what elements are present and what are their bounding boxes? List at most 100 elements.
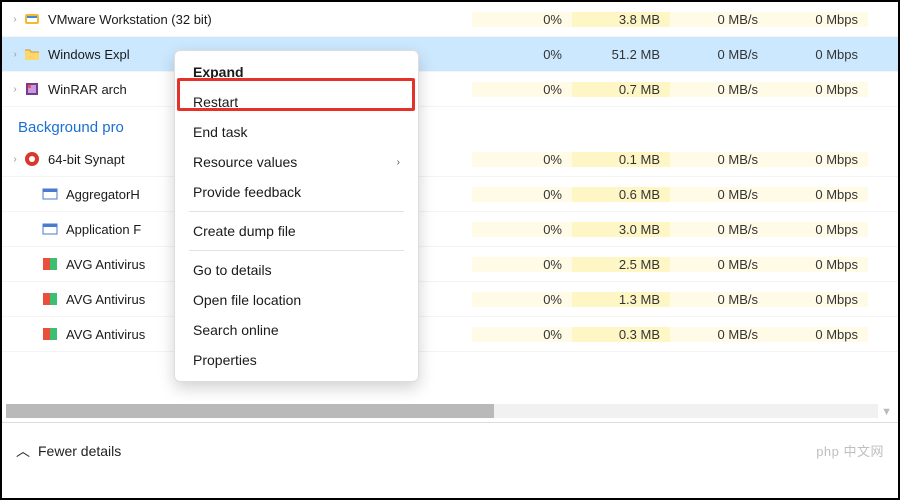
context-menu-item[interactable]: Expand	[175, 57, 418, 87]
watermark: php 中文网	[816, 441, 884, 460]
net-cell: 0 Mbps	[768, 47, 868, 62]
process-row[interactable]: ›AVG Antivirus0%0.3 MB0 MB/s0 Mbps	[2, 317, 898, 352]
net-cell: 0 Mbps	[768, 12, 868, 27]
horizontal-scrollbar-thumb[interactable]	[6, 404, 494, 418]
mem-cell: 0.6 MB	[572, 187, 670, 202]
process-name: AggregatorH	[66, 187, 140, 202]
cpu-cell: 0%	[472, 12, 572, 27]
process-name: Application F	[66, 222, 141, 237]
mem-cell: 2.5 MB	[572, 257, 670, 272]
process-name: WinRAR arch	[48, 82, 127, 97]
context-menu-item[interactable]: Open file location	[175, 285, 418, 315]
net-cell: 0 Mbps	[768, 327, 868, 342]
winrar-icon	[24, 81, 40, 97]
process-name: AVG Antivirus	[66, 292, 145, 307]
mem-cell: 1.3 MB	[572, 292, 670, 307]
process-row[interactable]: ›AVG Antivirus0%2.5 MB0 MB/s0 Mbps	[2, 247, 898, 282]
avg-icon	[42, 291, 58, 307]
context-menu-item[interactable]: Properties	[175, 345, 418, 375]
net-cell: 0 Mbps	[768, 257, 868, 272]
panel-icon	[42, 186, 58, 202]
context-menu-item-label: End task	[193, 124, 247, 140]
cpu-cell: 0%	[472, 152, 572, 167]
context-menu-item-label: Create dump file	[193, 223, 296, 239]
process-name: AVG Antivirus	[66, 327, 145, 342]
context-menu-item-label: Provide feedback	[193, 184, 301, 200]
context-menu-item-label: Resource values	[193, 154, 297, 170]
process-list: ›VMware Workstation (32 bit)0%3.8 MB0 MB…	[2, 2, 898, 422]
name-cell: › VMware Workstation (32 bit)	[2, 11, 472, 27]
mem-cell: 0.3 MB	[572, 327, 670, 342]
process-row[interactable]: ›AggregatorH0%0.6 MB0 MB/s0 Mbps	[2, 177, 898, 212]
process-row[interactable]: › Windows Expl 0%51.2 MB0 MB/s0 Mbps	[2, 37, 898, 72]
context-menu-item[interactable]: Go to details	[175, 255, 418, 285]
disk-cell: 0 MB/s	[670, 222, 768, 237]
mem-cell: 3.8 MB	[572, 12, 670, 27]
context-menu-item-label: Expand	[193, 64, 244, 80]
process-row[interactable]: ›Application F0%3.0 MB0 MB/s0 Mbps	[2, 212, 898, 247]
context-menu-item[interactable]: Resource values ›	[175, 147, 418, 177]
mem-cell: 0.7 MB	[572, 82, 670, 97]
context-menu-item[interactable]: Restart	[175, 87, 418, 117]
disk-cell: 0 MB/s	[670, 12, 768, 27]
expand-chevron-icon[interactable]: ›	[6, 14, 24, 25]
cpu-cell: 0%	[472, 47, 572, 62]
cpu-cell: 0%	[472, 82, 572, 97]
process-name: Windows Expl	[48, 47, 130, 62]
mem-cell: 3.0 MB	[572, 222, 670, 237]
context-menu-separator	[189, 250, 404, 251]
expand-chevron-icon[interactable]: ›	[6, 154, 24, 165]
vmware-icon	[24, 11, 40, 27]
cpu-cell: 0%	[472, 292, 572, 307]
fewer-details-toggle[interactable]: ︿ Fewer details	[16, 441, 121, 461]
disk-cell: 0 MB/s	[670, 292, 768, 307]
context-menu-separator	[189, 211, 404, 212]
section-header-background: Background pro	[2, 107, 898, 142]
disk-cell: 0 MB/s	[670, 187, 768, 202]
cpu-cell: 0%	[472, 257, 572, 272]
submenu-arrow-icon: ›	[397, 157, 400, 168]
context-menu-item[interactable]: Provide feedback	[175, 177, 418, 207]
context-menu-item-label: Restart	[193, 94, 238, 110]
avg-icon	[42, 326, 58, 342]
context-menu-item-label: Go to details	[193, 262, 272, 278]
synaptics-icon	[24, 151, 40, 167]
panel-icon	[42, 221, 58, 237]
context-menu-item[interactable]: End task	[175, 117, 418, 147]
process-row[interactable]: › 64-bit Synapt 0%0.1 MB0 MB/s0 Mbps	[2, 142, 898, 177]
process-row[interactable]: › WinRAR arch 0%0.7 MB0 MB/s0 Mbps	[2, 72, 898, 107]
expand-chevron-icon[interactable]: ›	[6, 49, 24, 60]
net-cell: 0 Mbps	[768, 187, 868, 202]
net-cell: 0 Mbps	[768, 82, 868, 97]
context-menu: Expand Restart End task Resource values › Pro…	[174, 50, 419, 382]
context-menu-item-label: Open file location	[193, 292, 301, 308]
scroll-down-marker[interactable]: ▼	[881, 406, 892, 418]
context-menu-item[interactable]: Create dump file	[175, 216, 418, 246]
net-cell: 0 Mbps	[768, 152, 868, 167]
process-row[interactable]: › VMware Workstation (32 bit) 0%3.8 MB0 MB…	[2, 2, 898, 37]
mem-cell: 51.2 MB	[572, 47, 670, 62]
net-cell: 0 Mbps	[768, 222, 868, 237]
cpu-cell: 0%	[472, 327, 572, 342]
cpu-cell: 0%	[472, 222, 572, 237]
horizontal-scrollbar[interactable]	[6, 404, 878, 418]
disk-cell: 0 MB/s	[670, 82, 768, 97]
process-row[interactable]: ›AVG Antivirus0%1.3 MB0 MB/s0 Mbps	[2, 282, 898, 317]
footer: ︿ Fewer details php 中文网	[2, 422, 898, 478]
fewer-details-label: Fewer details	[38, 443, 121, 459]
disk-cell: 0 MB/s	[670, 327, 768, 342]
context-menu-item[interactable]: Search online	[175, 315, 418, 345]
folder-icon	[24, 46, 40, 62]
process-name: VMware Workstation (32 bit)	[48, 12, 212, 27]
disk-cell: 0 MB/s	[670, 47, 768, 62]
context-menu-item-label: Search online	[193, 322, 279, 338]
disk-cell: 0 MB/s	[670, 257, 768, 272]
disk-cell: 0 MB/s	[670, 152, 768, 167]
process-name: AVG Antivirus	[66, 257, 145, 272]
process-name: 64-bit Synapt	[48, 152, 125, 167]
chevron-up-icon: ︿	[16, 441, 30, 461]
expand-chevron-icon[interactable]: ›	[6, 84, 24, 95]
avg-icon	[42, 256, 58, 272]
mem-cell: 0.1 MB	[572, 152, 670, 167]
cpu-cell: 0%	[472, 187, 572, 202]
